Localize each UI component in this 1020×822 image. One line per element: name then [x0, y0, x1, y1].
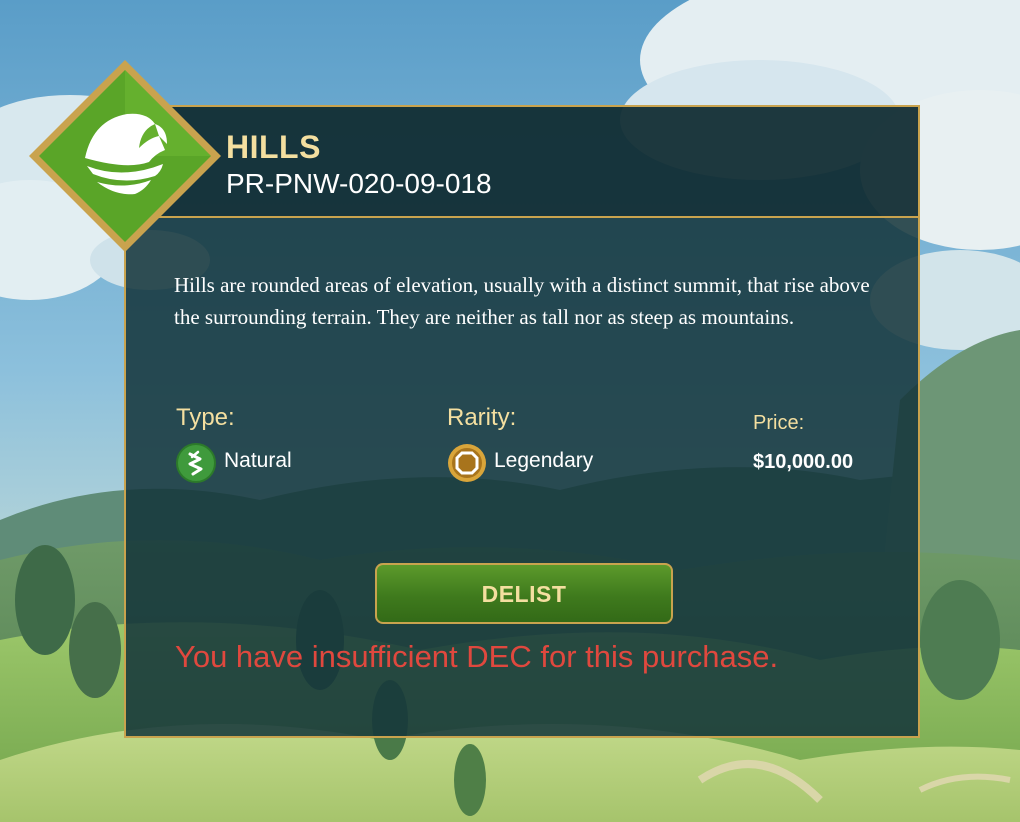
legendary-icon: [447, 443, 487, 483]
land-description: Hills are rounded areas of elevation, us…: [174, 273, 870, 329]
hills-badge: [27, 58, 223, 254]
rarity-value: Legendary: [494, 449, 594, 472]
card-header: HILLS PR-PNW-020-09-018: [126, 107, 918, 218]
type-value: Natural: [224, 449, 292, 472]
price-value: $10,000.00: [753, 451, 854, 473]
land-title: HILLS: [226, 129, 321, 165]
type-label: Type:: [176, 404, 235, 431]
land-detail-card: HILLS PR-PNW-020-09-018 Hills are rounde…: [124, 105, 920, 738]
insufficient-funds-error: You have insufficient DEC for this purch…: [175, 639, 779, 674]
delist-button[interactable]: DELIST: [375, 563, 673, 624]
price-label: Price:: [753, 412, 805, 434]
natural-icon: [176, 443, 216, 483]
rarity-label: Rarity:: [447, 404, 517, 431]
plot-id: PR-PNW-020-09-018: [226, 168, 492, 199]
